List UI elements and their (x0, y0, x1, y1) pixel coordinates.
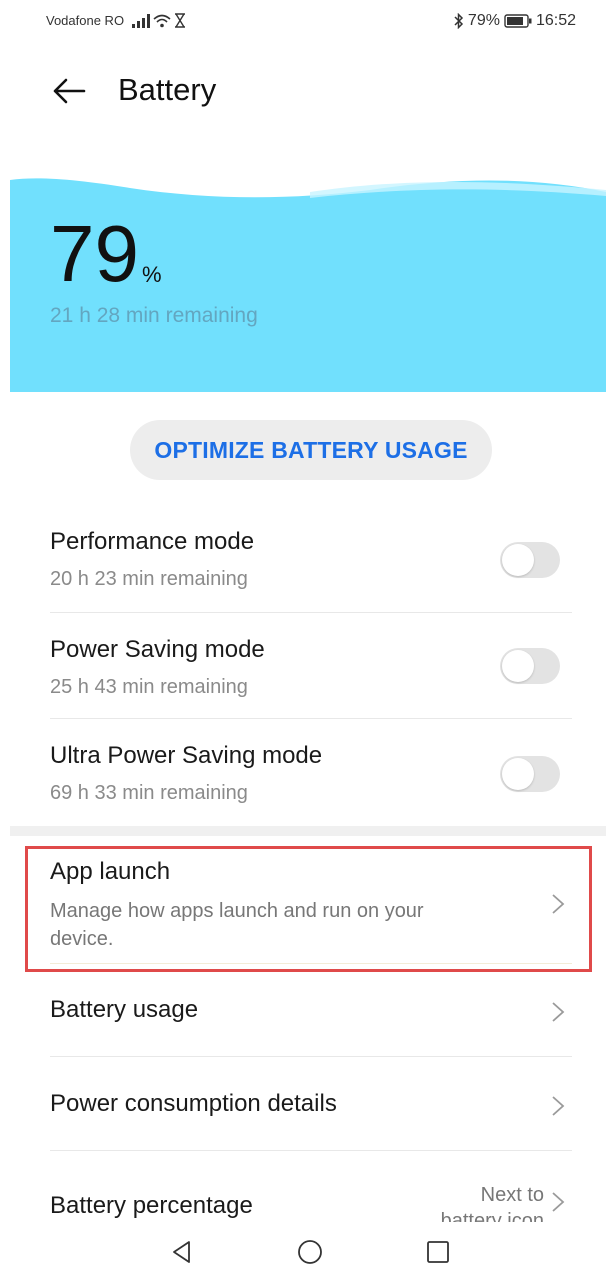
battery-usage-row[interactable]: Battery usage (50, 994, 572, 1034)
power-saving-mode-toggle[interactable] (500, 648, 560, 684)
nav-recents-button[interactable] (418, 1232, 458, 1272)
power-consumption-details-row[interactable]: Power consumption details (50, 1088, 572, 1128)
app-launch-row[interactable]: App launch Manage how apps launch and ru… (50, 858, 572, 964)
app-launch-subtitle-line1: Manage how apps launch and run on your (50, 900, 424, 922)
battery-percent-sign: % (142, 262, 162, 287)
power-saving-mode-subtitle: 25 h 43 min remaining (50, 676, 248, 698)
chevron-right-icon (552, 1192, 565, 1212)
divider (50, 612, 572, 613)
triangle-back-icon (173, 1241, 190, 1263)
signal-icon (132, 13, 151, 28)
battery-usage-title: Battery usage (50, 996, 199, 1023)
toggle-knob (502, 544, 534, 576)
app-launch-title: App launch (50, 858, 171, 885)
performance-mode-title: Performance mode (50, 528, 255, 555)
ultra-power-saving-mode-subtitle: 69 h 33 min remaining (50, 782, 248, 804)
page-title: Battery (118, 72, 217, 107)
battery-icon (504, 14, 532, 28)
navigation-bar (0, 1222, 606, 1276)
nav-home-button[interactable] (290, 1232, 330, 1272)
battery-level-card: 79 % 21 h 28 min remaining (10, 170, 606, 392)
chevron-right-icon (552, 1096, 565, 1116)
battery-percent-value: 79 (50, 209, 139, 298)
wifi-icon (153, 14, 171, 27)
status-right: 79% 16:52 (454, 12, 576, 30)
arrow-left-icon (53, 78, 86, 104)
toggle-knob (502, 650, 534, 682)
battery-percentage-value-line1: Next to (480, 1184, 544, 1206)
ultra-power-saving-mode-toggle[interactable] (500, 756, 560, 792)
optimize-battery-button[interactable]: OPTIMIZE BATTERY USAGE (130, 420, 492, 480)
battery-percentage-title: Battery percentage (50, 1192, 253, 1219)
divider (50, 1150, 572, 1151)
carrier-name: Vodafone RO (46, 13, 125, 28)
status-icons-left (132, 13, 186, 28)
clock: 16:52 (535, 12, 576, 29)
status-bar: Vodafone RO 79% 16:52 (0, 0, 606, 44)
divider (50, 963, 572, 964)
wave-decoration (10, 170, 606, 198)
ultra-power-saving-mode-row[interactable]: Ultra Power Saving mode 69 h 33 min rema… (50, 742, 572, 824)
divider (50, 718, 572, 719)
square-recents-icon (427, 1241, 449, 1263)
performance-mode-toggle[interactable] (500, 542, 560, 578)
battery-percentage-row[interactable]: Battery percentage Next to battery icon (50, 1180, 572, 1222)
ultra-power-saving-mode-title: Ultra Power Saving mode (50, 742, 323, 769)
chevron-right-icon (552, 1002, 565, 1022)
status-left: Vodafone RO (46, 13, 186, 28)
chevron-right-icon (552, 894, 565, 914)
hourglass-icon (175, 13, 186, 28)
circle-home-icon (298, 1240, 322, 1264)
app-header: Battery (0, 60, 606, 120)
power-saving-mode-title: Power Saving mode (50, 636, 265, 663)
battery-percent-text: 79% (467, 12, 500, 29)
section-separator (10, 826, 606, 836)
nav-back-button[interactable] (162, 1232, 202, 1272)
battery-remaining-time: 21 h 28 min remaining (50, 304, 258, 327)
bluetooth-icon (454, 13, 463, 29)
power-consumption-details-title: Power consumption details (50, 1090, 337, 1117)
performance-mode-row[interactable]: Performance mode 20 h 23 min remaining (50, 528, 572, 612)
power-saving-mode-row[interactable]: Power Saving mode 25 h 43 min remaining (50, 636, 572, 718)
performance-mode-subtitle: 20 h 23 min remaining (50, 568, 248, 590)
battery-percentage-value-line2: battery icon (440, 1210, 544, 1222)
toggle-knob (502, 758, 534, 790)
divider (50, 1056, 572, 1057)
battery-percentage-value: Next to battery icon (441, 1182, 544, 1222)
app-launch-subtitle-line2: device. (50, 928, 114, 950)
back-button[interactable] (46, 68, 92, 114)
